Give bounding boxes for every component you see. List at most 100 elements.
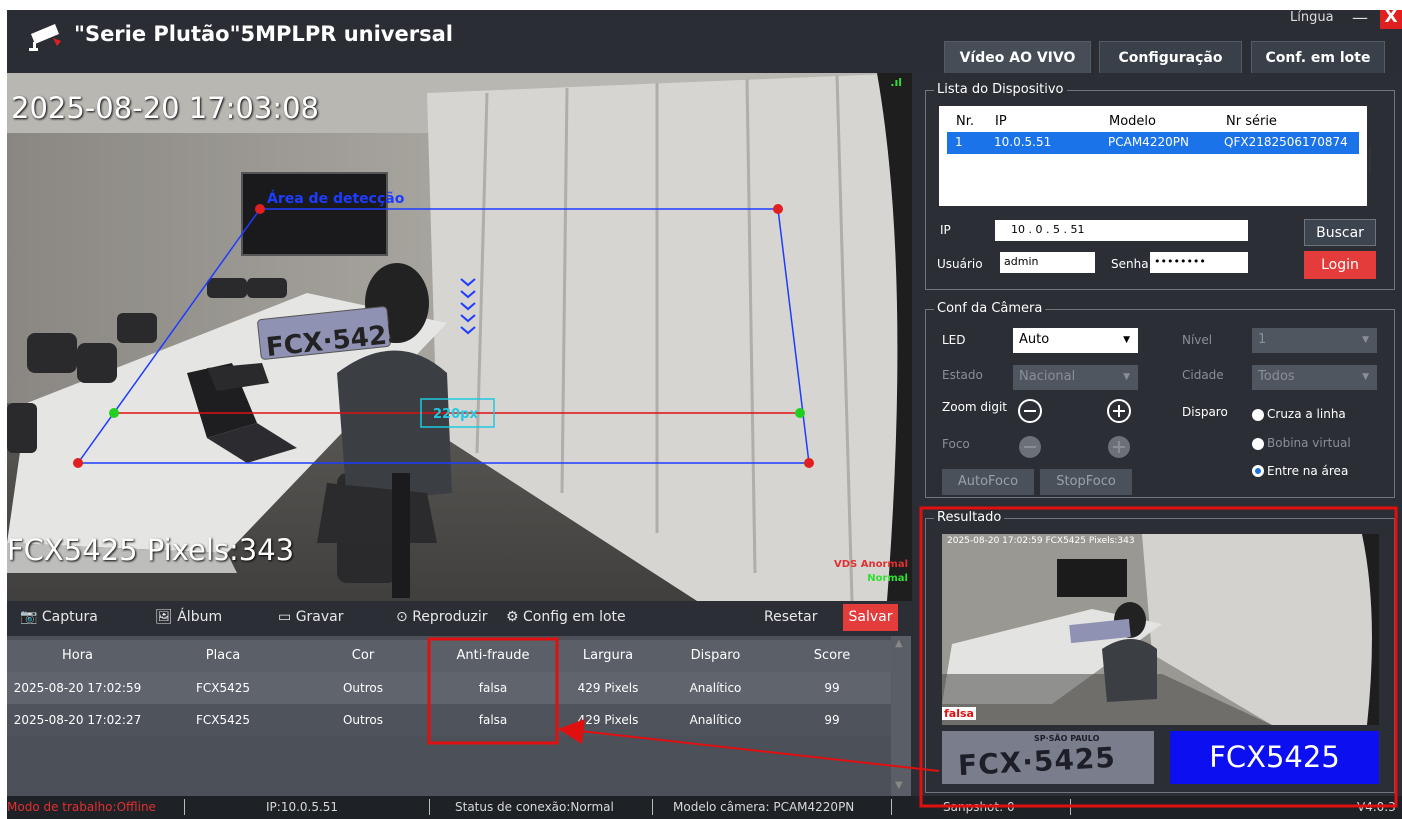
column-header[interactable]: Placa (148, 640, 298, 672)
level-select[interactable]: 1 ▼ (1252, 328, 1377, 353)
capture-button[interactable]: 📷 Captura (20, 609, 98, 625)
column-header[interactable]: Disparo (658, 640, 773, 672)
area-handle[interactable] (255, 204, 265, 214)
focus-minus-icon[interactable] (1017, 434, 1043, 460)
device-ip: 10.0.5.51 (994, 135, 1052, 149)
scroll-down-icon[interactable]: ▼ (895, 780, 903, 791)
password-label: Senha (1111, 257, 1149, 271)
title-bar: "Serie Plutão"5MPLPR universal Língua — … (7, 10, 1402, 74)
snapshot-caption: 2025-08-20 17:02:59 FCX5425 Pixels:343 (947, 536, 1135, 546)
led-select[interactable]: Auto ▼ (1013, 328, 1138, 353)
line-handle[interactable] (109, 408, 119, 418)
video-record-icon: ▭ (278, 609, 292, 625)
video-timestamp: 2025-08-20 17:03:08 (11, 91, 319, 125)
live-video-view[interactable]: FCX·5425 Área de detecção 220px 2025-08-… (7, 73, 912, 601)
result-title: Resultado (934, 510, 1005, 525)
plate-crop-text: FCX·5425 (957, 740, 1117, 783)
table-row[interactable]: 2025-08-20 17:02:27 FCX5425 Outros falsa… (7, 704, 891, 736)
tab-configuration[interactable]: Configuração (1099, 41, 1242, 73)
ip-label: IP (940, 223, 951, 237)
password-input[interactable]: •••••••• (1150, 252, 1248, 273)
album-label: Álbum (177, 609, 223, 625)
state-select[interactable]: Nacional ▼ (1013, 365, 1138, 390)
reset-button[interactable]: Resetar (764, 609, 817, 625)
tab-live-video[interactable]: Vídeo AO VIVO (944, 41, 1091, 73)
focus-plus-icon[interactable] (1106, 434, 1132, 460)
city-value: Todos (1258, 369, 1295, 384)
table-scrollbar[interactable]: ▲ ▼ (891, 636, 911, 796)
status-separator (1070, 799, 1071, 815)
radio-cross-line-label: Cruza a linha (1267, 407, 1346, 421)
city-select[interactable]: Todos ▼ (1252, 365, 1377, 390)
table-header: Hora Placa Cor Anti-fraude Largura Dispa… (7, 640, 891, 672)
record-label: Gravar (295, 609, 344, 625)
list-scrollbar[interactable] (1369, 146, 1371, 174)
chevron-down-icon: ▼ (1362, 335, 1369, 345)
batch-config-button[interactable]: ⚙ Config em lote (506, 609, 626, 625)
status-model: Modelo câmera: PCAM4220PN (673, 800, 855, 814)
autofocus-button[interactable]: AutoFoco (942, 469, 1034, 495)
cell-plate: FCX5425 (195, 713, 251, 727)
led-label: LED (942, 333, 966, 347)
video-toolbar: 📷 Captura 🖼 Álbum ▭ Gravar ⊙ Reproduzir … (7, 601, 912, 635)
status-ip: IP:10.0.5.51 (266, 800, 339, 814)
state-label: Estado (942, 368, 983, 382)
column-header[interactable]: Cor (298, 640, 428, 672)
chevron-down-icon: ▼ (1123, 335, 1130, 345)
column-header[interactable]: Hora (7, 640, 148, 672)
trigger-label: Disparo (1182, 405, 1228, 419)
search-button[interactable]: Buscar (1304, 219, 1376, 246)
tab-batch-config[interactable]: Conf. em lote (1251, 41, 1385, 73)
zoom-in-icon[interactable] (1106, 398, 1132, 424)
settings-icon: ⚙ (506, 609, 519, 625)
user-label: Usuário (937, 257, 983, 271)
record-button[interactable]: ▭ Gravar (278, 609, 344, 625)
video-scene: FCX·5425 Área de detecção 220px (7, 73, 912, 601)
column-header[interactable]: Score (773, 640, 891, 672)
device-row[interactable]: 1 10.0.5.51 PCAM4220PN QFX2182506170874 (947, 132, 1359, 154)
cell-width: 429 Pixels (577, 713, 639, 727)
language-menu[interactable]: Língua (1290, 10, 1334, 25)
cell-color: Outros (342, 713, 384, 727)
minimize-button[interactable]: — (1352, 10, 1368, 27)
level-value: 1 (1258, 332, 1267, 347)
radio-virtual-coil[interactable] (1252, 438, 1264, 450)
radio-enter-area[interactable] (1252, 465, 1264, 477)
album-button[interactable]: 🖼 Álbum (155, 609, 222, 625)
radio-cross-line[interactable] (1252, 409, 1264, 421)
video-plate-overlay: FCX5425 Pixels:343 (7, 533, 295, 567)
result-snapshot[interactable]: 2025-08-20 17:02:59 FCX5425 Pixels:343 f… (942, 534, 1379, 725)
device-list-title: Lista do Dispositivo (934, 82, 1067, 97)
close-button[interactable]: X (1380, 10, 1402, 29)
scroll-up-icon[interactable]: ▲ (895, 638, 903, 649)
ip-input[interactable]: 10 . 0 . 5 . 51 (995, 220, 1248, 241)
area-handle[interactable] (73, 458, 83, 468)
column-header: Nr série (1226, 114, 1277, 129)
line-handle[interactable] (795, 408, 805, 418)
column-header[interactable]: Anti-fraude (428, 640, 558, 672)
capture-label: Captura (41, 609, 98, 625)
stopfocus-button[interactable]: StopFoco (1040, 469, 1132, 495)
column-header[interactable]: Largura (558, 640, 658, 672)
play-button[interactable]: ⊙ Reproduzir (396, 609, 488, 625)
login-button[interactable]: Login (1304, 251, 1376, 279)
area-handle[interactable] (773, 204, 783, 214)
batch-label: Config em lote (523, 609, 626, 625)
area-handle[interactable] (804, 458, 814, 468)
save-button[interactable]: Salvar (843, 604, 898, 631)
vds-normal-status: Normal (867, 573, 908, 584)
cell-antifraud: falsa (478, 713, 508, 727)
status-mode: Modo de trabalho:Offline (7, 800, 156, 814)
user-input[interactable]: admin (1000, 252, 1095, 273)
device-list[interactable]: Nr. IP Modelo Nr série 1 10.0.5.51 PCAM4… (939, 106, 1371, 206)
zoom-out-icon[interactable] (1017, 398, 1043, 424)
cell-trigger: Analítico (689, 713, 742, 727)
play-circle-icon: ⊙ (396, 609, 408, 625)
chevron-down-icon: ▼ (1362, 372, 1369, 382)
cell-width: 429 Pixels (577, 681, 639, 695)
cell-plate: FCX5425 (195, 681, 251, 695)
status-connection: Status de conexão:Normal (455, 800, 614, 814)
table-row[interactable]: 2025-08-20 17:02:59 FCX5425 Outros falsa… (7, 672, 891, 704)
cell-trigger: Analítico (689, 681, 742, 695)
snapshot-scene (942, 534, 1379, 725)
